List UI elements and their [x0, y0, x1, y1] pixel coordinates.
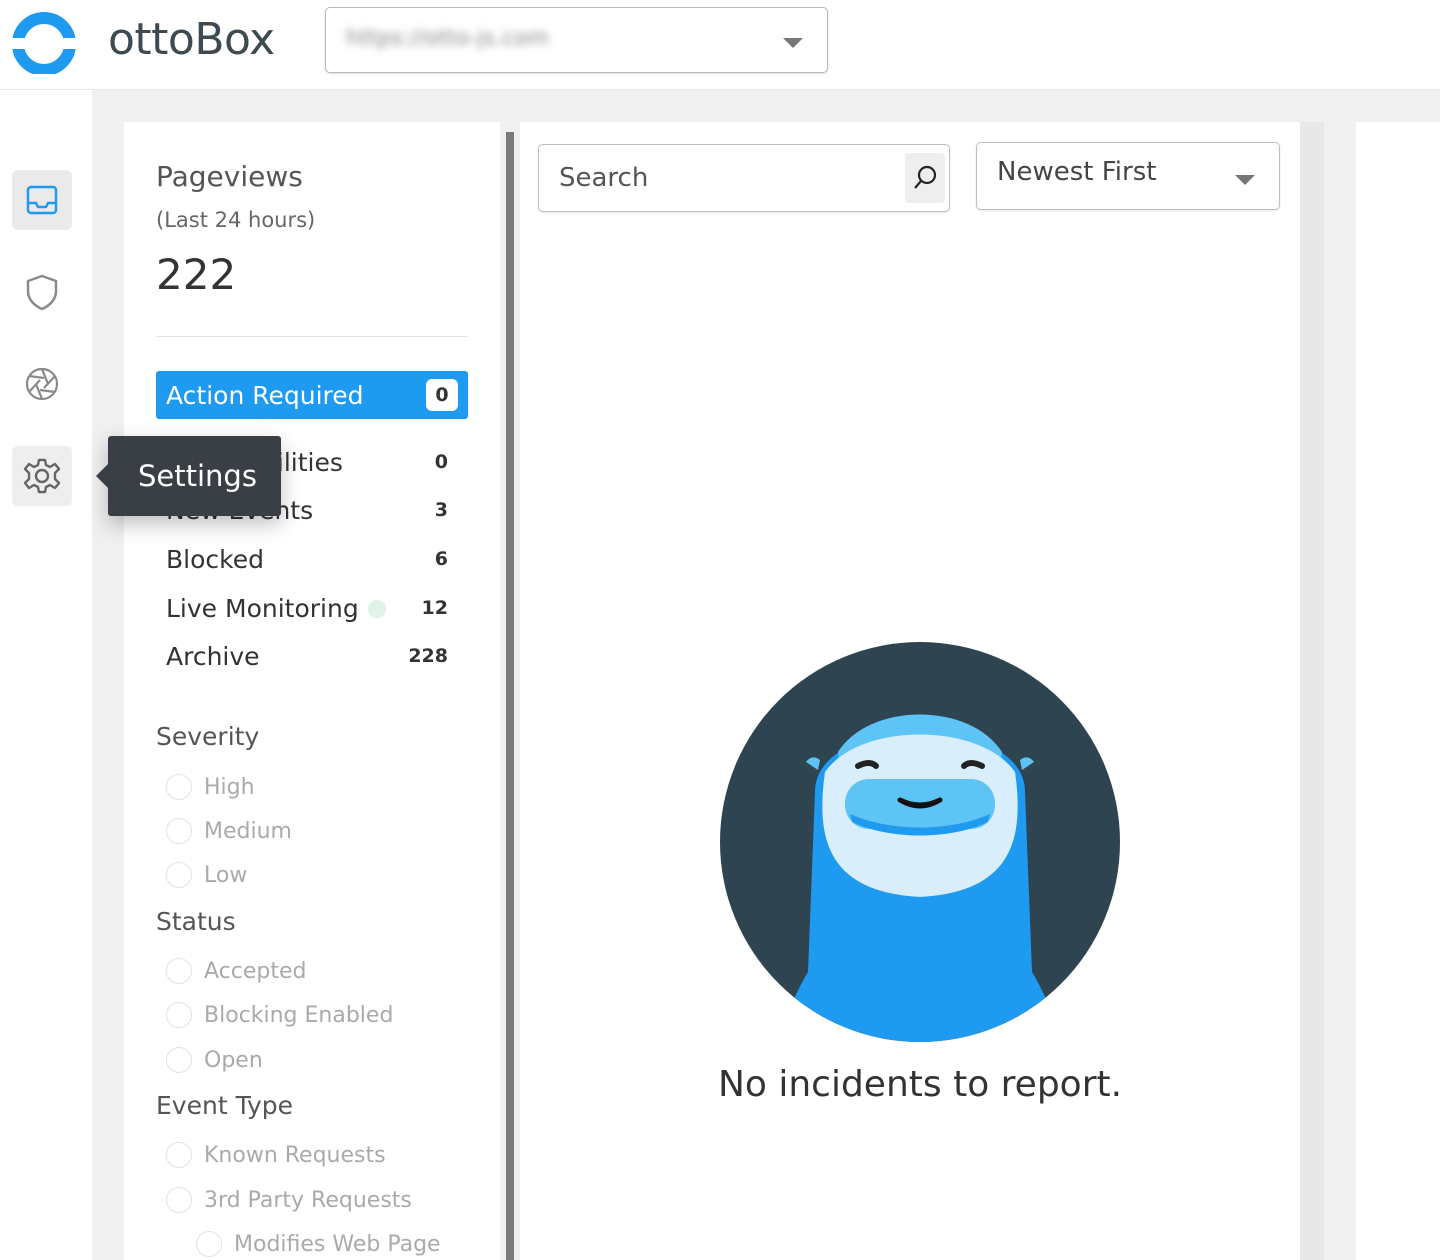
option-label: Open: [204, 1047, 263, 1073]
nav-item-count: 3: [434, 499, 448, 521]
gear-icon: [23, 458, 61, 494]
sort-dropdown[interactable]: Newest First: [976, 142, 1280, 210]
top-bar: ottoBox https://otto-js.com: [0, 0, 1440, 90]
sort-value: Newest First: [997, 157, 1157, 187]
nav-item-count: 6: [434, 548, 448, 570]
radio-button[interactable]: [166, 1002, 192, 1028]
severity-medium-option[interactable]: Medium: [166, 814, 292, 848]
detail-panel: [1356, 122, 1440, 1260]
panel-resize-handle[interactable]: [506, 132, 514, 1260]
nav-archive[interactable]: Archive 228: [166, 636, 448, 676]
rail-item-security[interactable]: [12, 262, 72, 322]
radio-button[interactable]: [166, 1047, 192, 1073]
empty-state-message: No incidents to report.: [717, 1064, 1123, 1105]
search-box: [538, 144, 950, 212]
pageviews-count: 222: [156, 250, 237, 299]
severity-low-option[interactable]: Low: [166, 858, 247, 892]
nav-blocked[interactable]: Blocked 6: [166, 539, 448, 579]
count-badge: 0: [426, 379, 458, 411]
nav-item-count: 12: [421, 597, 448, 619]
search-icon: [914, 165, 937, 189]
search-button[interactable]: [905, 153, 945, 203]
radio-button[interactable]: [166, 818, 192, 844]
event-third-party-option[interactable]: 3rd Party Requests: [166, 1183, 412, 1217]
radio-button[interactable]: [166, 958, 192, 984]
shield-icon: [26, 274, 58, 311]
nav-live-monitoring[interactable]: Live Monitoring 12: [166, 588, 448, 628]
event-type-heading: Event Type: [156, 1091, 293, 1120]
radio-button[interactable]: [166, 1187, 192, 1213]
nav-item-count: 0: [434, 451, 448, 473]
live-status-dot: [368, 600, 386, 618]
option-label: Known Requests: [204, 1142, 386, 1168]
severity-high-option[interactable]: High: [166, 770, 255, 804]
option-label: Low: [204, 862, 248, 888]
nav-item-label: Blocked: [166, 544, 264, 574]
icon-rail: [0, 90, 92, 1260]
nav-item-count: 228: [408, 645, 448, 667]
divider: [156, 336, 468, 337]
otto-mascot-illustration: [720, 642, 1120, 1042]
status-heading: Status: [156, 907, 236, 936]
rail-item-settings[interactable]: [12, 446, 72, 506]
incidents-panel: Newest First No incidents to report.: [520, 122, 1300, 1260]
filter-panel: Pageviews (Last 24 hours) 222 Action Req…: [124, 122, 500, 1260]
option-label: Blocking Enabled: [204, 1002, 394, 1028]
option-label: 3rd Party Requests: [204, 1187, 412, 1213]
chevron-down-icon: [783, 38, 803, 48]
search-input[interactable]: [559, 159, 889, 197]
option-label: High: [204, 774, 255, 800]
chevron-down-icon: [1235, 175, 1255, 185]
brand-name: ottoBox: [108, 14, 275, 65]
nav-item-label: Action Required: [166, 380, 364, 410]
option-label: Accepted: [204, 958, 307, 984]
scrollbar-track[interactable]: [1300, 122, 1324, 1260]
severity-heading: Severity: [156, 722, 260, 751]
nav-item-label: Live Monitoring: [166, 593, 359, 623]
pageviews-subtitle: (Last 24 hours): [156, 208, 316, 232]
pageviews-title: Pageviews: [156, 160, 303, 193]
inbox-icon: [26, 185, 58, 215]
status-open-option[interactable]: Open: [166, 1043, 263, 1077]
rail-item-inbox[interactable]: [12, 170, 72, 230]
settings-tooltip: Settings: [96, 436, 281, 516]
rail-item-aperture[interactable]: [12, 354, 72, 414]
radio-button[interactable]: [196, 1231, 222, 1257]
radio-button[interactable]: [166, 774, 192, 800]
status-accepted-option[interactable]: Accepted: [166, 954, 306, 988]
radio-button[interactable]: [166, 1142, 192, 1168]
aperture-icon: [25, 367, 59, 401]
ottobox-logo-icon[interactable]: [10, 6, 78, 74]
event-modifies-page-option[interactable]: Modifies Web Page: [196, 1227, 441, 1260]
option-label: Modifies Web Page: [234, 1231, 441, 1257]
status-blocking-enabled-option[interactable]: Blocking Enabled: [166, 998, 393, 1032]
option-label: Medium: [204, 818, 292, 844]
event-known-requests-option[interactable]: Known Requests: [166, 1138, 386, 1172]
nav-action-required[interactable]: Action Required 0: [156, 371, 468, 419]
site-url-value: https://otto-js.com: [346, 26, 549, 51]
radio-button[interactable]: [166, 862, 192, 888]
nav-item-label: Archive: [166, 641, 260, 671]
site-selector-dropdown[interactable]: https://otto-js.com: [325, 7, 828, 73]
